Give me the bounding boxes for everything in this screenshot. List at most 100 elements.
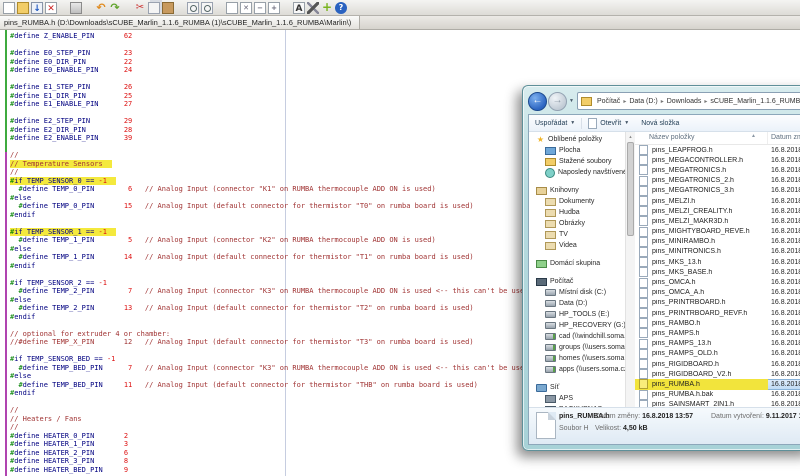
tile-horizontal-button[interactable]: − [254, 2, 266, 14]
file-row-pins-ramps-13-h[interactable]: pins_RAMPS_13.h16.8.2018 13:57 [635, 339, 800, 349]
code-text: #define TEMP_2_PIN 13 // Analog Input (d… [10, 304, 474, 313]
organize-button[interactable]: Uspořádat ▼ [529, 115, 581, 131]
created-value: 9.11.2017 18:21 [766, 413, 800, 420]
file-row-pins-omca-h[interactable]: pins_OMCA.h16.8.2018 13:57 [635, 277, 800, 287]
open-file-button[interactable] [17, 2, 29, 14]
sidebar-item-dom-c-skupina[interactable]: Domácí skupina [529, 258, 625, 269]
network-drive-icon [545, 366, 556, 373]
undo-button[interactable]: ↶ [95, 2, 107, 14]
settings-button[interactable] [307, 2, 319, 14]
sidebar-item-obl-ben-polo-ky[interactable]: ★Oblíbené položky [529, 134, 625, 145]
file-row-pins-ramps-h[interactable]: pins_RAMPS.h16.8.2018 13:57 [635, 328, 800, 338]
open-button[interactable]: Otevřít ▼ [582, 115, 635, 131]
file-row-pins-ramps-old-h[interactable]: pins_RAMPS_OLD.h16.8.2018 13:57 [635, 349, 800, 359]
sidebar-item-s[interactable]: Síť [529, 382, 625, 393]
save-file-button[interactable]: ↓ [31, 2, 43, 14]
sidebar-item-po-ta[interactable]: Počítač [529, 276, 625, 287]
copy-button[interactable] [148, 2, 160, 14]
sidebar-item-obr-zky[interactable]: Obrázky [529, 218, 625, 229]
close-all-button[interactable]: ✕ [240, 2, 252, 14]
breadcrumb-item-scube-marlin-1-1-6-rumba-1[interactable]: sCUBE_Marlin_1.1.6_RUMBA (1) [708, 98, 800, 105]
file-main: pins_RIGIDBOARD_V2.h [635, 369, 768, 379]
new-window-button[interactable] [226, 2, 238, 14]
address-bar[interactable]: Počítač▸Data (D:)▸Downloads▸sCUBE_Marlin… [577, 92, 800, 110]
back-button[interactable]: ← [528, 92, 547, 111]
sidebar-item-data-d[interactable]: Data (D:) [529, 298, 625, 309]
plugins-button[interactable]: + [321, 2, 333, 14]
cut-button[interactable]: ✂ [134, 2, 146, 14]
print-button[interactable] [70, 2, 82, 14]
file-row-pins-melzi-h[interactable]: pins_MELZI.h16.8.2018 13:57 [635, 196, 800, 206]
sidebar-item-plocha[interactable]: Plocha [529, 145, 625, 156]
navigation-pane[interactable]: ★Oblíbené položkyPlochaStažené souboryNa… [529, 132, 625, 408]
sidebar-item-naposledy-nav-t-ven[interactable]: Naposledy navštívené [529, 167, 625, 178]
find-replace-button[interactable] [201, 2, 213, 14]
breadcrumb-item-data-d[interactable]: Data (D:) [627, 98, 659, 105]
file-row-pins-mks-13-h[interactable]: pins_MKS_13.h16.8.2018 13:57 [635, 257, 800, 267]
help-button[interactable]: ? [335, 2, 347, 14]
file-main: pins_RAMPS.h [635, 328, 768, 338]
new-file-button[interactable] [3, 2, 15, 14]
file-row-pins-minitronics-h[interactable]: pins_MINITRONICS.h16.8.2018 13:57 [635, 247, 800, 257]
sidebar-item-homes-users-soma-cz[interactable]: homes (\\users.soma.cz) [529, 353, 625, 364]
file-row-pins-rambo-h[interactable]: pins_RAMBO.h16.8.2018 13:57 [635, 318, 800, 328]
sidebar-item-hp-tools-e[interactable]: HP_TOOLS (E:) [529, 309, 625, 320]
forward-button[interactable]: → [548, 92, 567, 111]
redo-button[interactable]: ↷ [109, 2, 121, 14]
file-row-pins-melzi-makr3d-h[interactable]: pins_MELZI_MAKR3D.h16.8.2018 13:57 [635, 216, 800, 226]
close-file-button[interactable]: ✕ [45, 2, 57, 14]
sidebar-item-apps-users-soma-cz-z[interactable]: apps (\\users.soma.cz) (Z [529, 364, 625, 375]
sidebar-item-dokumenty[interactable]: Dokumenty [529, 196, 625, 207]
column-header-date[interactable]: Datum změny [768, 132, 800, 144]
network-drive-icon [545, 333, 556, 340]
history-dropdown-icon[interactable]: ▼ [569, 98, 574, 104]
file-row-pins-megatronics-3-h[interactable]: pins_MEGATRONICS_3.h16.8.2018 13:57 [635, 186, 800, 196]
file-row-pins-printrboard-h[interactable]: pins_PRINTRBOARD.h16.8.2018 13:57 [635, 298, 800, 308]
file-row-pins-minirambo-h[interactable]: pins_MINIRAMBO.h16.8.2018 13:57 [635, 237, 800, 247]
file-row-pins-leapfrog-h[interactable]: pins_LEAPFROG.h16.8.2018 13:57 [635, 145, 800, 155]
file-row-pins-melzi-creality-h[interactable]: pins_MELZI_CREALITY.h16.8.2018 13:57 [635, 206, 800, 216]
sidebar-item-label: Videa [559, 240, 577, 251]
paste-button[interactable] [162, 2, 174, 14]
breadcrumb-item-downloads[interactable]: Downloads [665, 98, 704, 105]
file-row-pins-rigidboard-v2-h[interactable]: pins_RIGIDBOARD_V2.h16.8.2018 13:57 [635, 369, 800, 379]
code-text: #define E1_DIR_PIN 25 [10, 92, 132, 101]
scroll-up-icon[interactable]: ▲ [626, 132, 635, 141]
file-row-pins-rumba-h[interactable]: pins_RUMBA.h16.8.2018 13:57 [635, 379, 800, 389]
new-folder-button[interactable]: Nová složka [635, 115, 685, 131]
modified-label: Datum změny: [595, 413, 640, 420]
tile-vertical-button[interactable]: + [268, 2, 280, 14]
sidebar-item-tv[interactable]: TV [529, 229, 625, 240]
sidebar-item-aps[interactable]: APS [529, 393, 625, 404]
file-row-pins-printrboard-revf-h[interactable]: pins_PRINTRBOARD_REVF.h16.8.2018 13:57 [635, 308, 800, 318]
file-row-pins-omca-a-h[interactable]: pins_OMCA_A.h16.8.2018 13:57 [635, 288, 800, 298]
column-header-name[interactable]: Název položky [635, 132, 768, 144]
file-date: 16.8.2018 13:57 [768, 330, 800, 337]
sidebar-item-m-stn-disk-c[interactable]: Místní disk (C:) [529, 287, 625, 298]
sidebar-item-knihovny[interactable]: Knihovny [529, 185, 625, 196]
sidebar-item-hp-recovery-g[interactable]: HP_RECOVERY (G:) [529, 320, 625, 331]
file-row-pins-rigidboard-h[interactable]: pins_RIGIDBOARD.h16.8.2018 13:57 [635, 359, 800, 369]
sidebar-item-videa[interactable]: Videa [529, 240, 625, 251]
file-row-pins-rumba-h-bak[interactable]: pins_RUMBA.h.bak16.8.2018 13:57 [635, 390, 800, 400]
scrollbar-thumb[interactable] [627, 142, 634, 236]
navigation-scrollbar[interactable]: ▲ [625, 132, 635, 408]
find-button[interactable] [187, 2, 199, 14]
file-row-pins-mks-base-h[interactable]: pins_MKS_BASE.h16.8.2018 13:57 [635, 267, 800, 277]
code-text: #define E1_ENABLE_PIN 27 [10, 100, 132, 109]
font-panel-button[interactable]: A [293, 2, 305, 14]
file-row-pins-megacontroller-h[interactable]: pins_MEGACONTROLLER.h16.8.2018 13:57 [635, 155, 800, 165]
sidebar-item-sta-en-soubory[interactable]: Stažené soubory [529, 156, 625, 167]
editor-tab[interactable]: pins_RUMBA.h (D:\Downloads\sCUBE_Marlin_… [0, 16, 360, 29]
sidebar-item-groups-users-soma-cz[interactable]: groups (\\users.soma.cz) [529, 342, 625, 353]
breadcrumb-item-po-ta[interactable]: Počítač [595, 98, 622, 105]
file-row-pins-megatronics-h[interactable]: pins_MEGATRONICS.h16.8.2018 13:57 [635, 165, 800, 175]
details-size: Velikost: 4,50 kB [595, 425, 648, 432]
code-text: #define TEMP_1_PIN 14 // Analog Input (d… [10, 253, 474, 262]
file-icon [639, 267, 648, 277]
explorer-titlebar[interactable]: ← → ▼ Počítač▸Data (D:)▸Downloads▸sCUBE_… [528, 90, 800, 112]
file-row-pins-mightyboard-reve-h[interactable]: pins_MIGHTYBOARD_REVE.h16.8.2018 13:57 [635, 227, 800, 237]
sidebar-item-hudba[interactable]: Hudba [529, 207, 625, 218]
sidebar-item-cad-windchill-soma-cz[interactable]: cad (\\windchill.soma.cz) [529, 331, 625, 342]
file-row-pins-megatronics-2-h[interactable]: pins_MEGATRONICS_2.h16.8.2018 13:57 [635, 176, 800, 186]
